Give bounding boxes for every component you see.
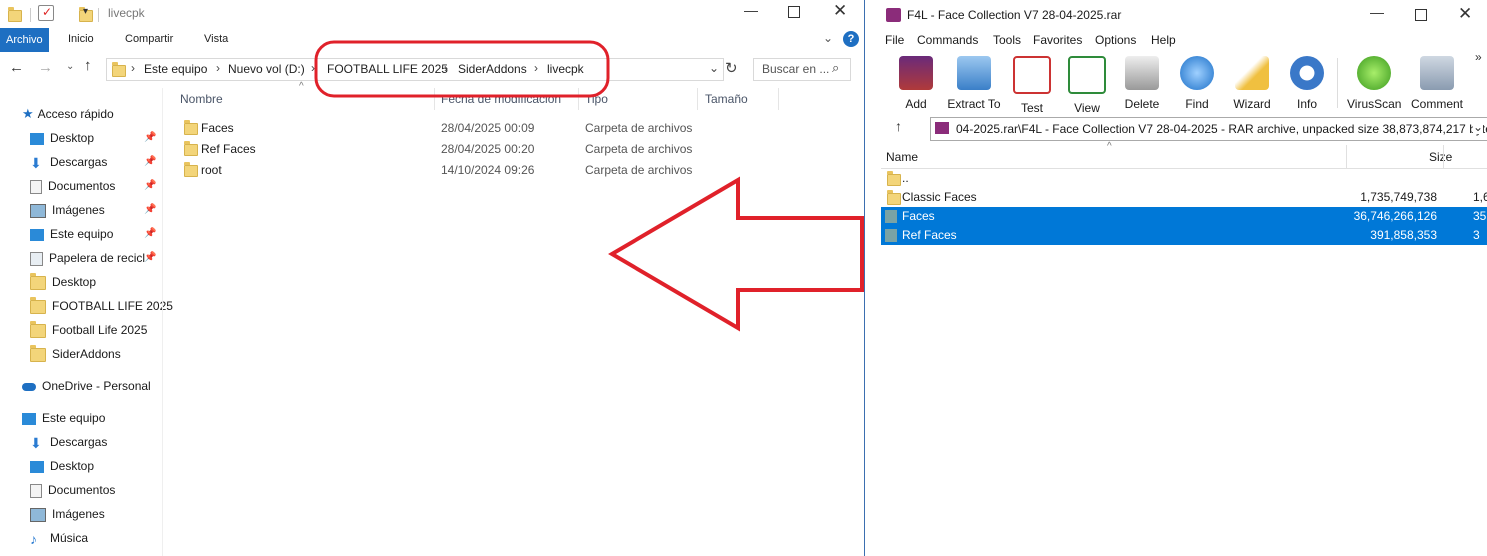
view-button[interactable]: View	[1060, 56, 1114, 115]
item-packed: 35,2	[1473, 209, 1487, 223]
maximize-button[interactable]	[1415, 9, 1427, 21]
close-button[interactable]: ✕	[1458, 4, 1472, 24]
toolbar-label: Extract To	[947, 97, 1001, 111]
path-dropdown-icon[interactable]: ⌄	[1473, 120, 1484, 134]
toolbar-label: Info	[1296, 97, 1317, 111]
item-size: 1,735,749,738	[1360, 190, 1437, 204]
comment-button[interactable]: Comment	[1410, 56, 1464, 111]
virusscan-button[interactable]: VirusScan	[1347, 56, 1401, 111]
rar-file-icon	[935, 122, 949, 134]
item-name: Classic Faces	[902, 190, 977, 204]
toolbar-label: VirusScan	[1347, 97, 1402, 111]
column-size[interactable]: Size	[1429, 150, 1452, 164]
magic-wand-icon	[1235, 56, 1269, 90]
column-divider[interactable]	[1443, 145, 1444, 168]
item-packed: 1,6	[1473, 190, 1487, 204]
comment-icon	[1420, 56, 1454, 90]
test-checklist-icon	[1013, 56, 1051, 94]
item-size: 391,858,353	[1370, 228, 1437, 242]
column-divider[interactable]	[1346, 145, 1347, 168]
minimize-button[interactable]: —	[1370, 4, 1384, 20]
menu-tools[interactable]: Tools	[993, 33, 1021, 47]
archive-path-text: 04-2025.rar\F4L - Face Collection V7 28-…	[956, 122, 1487, 136]
menu-file[interactable]: File	[885, 33, 904, 47]
red-arrow	[608, 176, 864, 332]
item-size: 36,746,266,126	[1353, 209, 1437, 223]
toolbar-divider	[1337, 58, 1338, 108]
add-button[interactable]: Add	[889, 56, 943, 111]
highlight-ellipse	[314, 40, 610, 98]
magnifier-icon	[1180, 56, 1214, 90]
list-header: Name ^ Size	[881, 141, 1487, 169]
list-item[interactable]: Classic Faces 1,735,749,738 1,6	[881, 188, 1487, 207]
view-book-icon	[1068, 56, 1106, 94]
list-item-selected[interactable]: Faces 36,746,266,126 35,2	[881, 207, 1487, 226]
menu-favorites[interactable]: Favorites	[1033, 33, 1082, 47]
item-name: Faces	[902, 209, 935, 223]
extract-to-button[interactable]: Extract To	[947, 56, 1001, 111]
list-item-selected[interactable]: Ref Faces 391,858,353 3	[881, 226, 1487, 245]
item-name: Ref Faces	[902, 228, 957, 242]
virus-icon	[1357, 56, 1391, 90]
annotation-overlay	[314, 40, 864, 332]
wizard-button[interactable]: Wizard	[1225, 56, 1279, 111]
item-name: ..	[902, 171, 909, 185]
folder-icon	[885, 210, 897, 223]
folder-icon	[885, 229, 897, 242]
column-name[interactable]: Name	[886, 150, 918, 164]
menu-help[interactable]: Help	[1151, 33, 1176, 47]
extract-folder-icon	[957, 56, 991, 90]
archive-add-icon	[899, 56, 933, 90]
toolbar-label: Add	[905, 97, 927, 111]
info-icon	[1290, 56, 1324, 90]
list-item[interactable]: ..	[881, 169, 1487, 188]
trash-icon	[1125, 56, 1159, 90]
folder-icon	[887, 190, 901, 205]
sort-up-icon: ^	[1107, 141, 1112, 152]
toolbar-label: View	[1074, 101, 1100, 115]
toolbar-overflow-icon[interactable]: »	[1475, 50, 1482, 64]
info-button[interactable]: Info	[1280, 56, 1334, 111]
toolbar-label: Test	[1020, 101, 1043, 115]
winrar-logo-icon	[886, 8, 901, 22]
up-arrow-icon[interactable]: ↑	[895, 118, 902, 134]
winrar-title: F4L - Face Collection V7 28-04-2025.rar	[907, 8, 1122, 22]
toolbar-label: Delete	[1124, 97, 1160, 111]
toolbar-label: Find	[1185, 97, 1209, 111]
item-packed: 3	[1473, 228, 1480, 242]
toolbar-label: Wizard	[1233, 97, 1271, 111]
find-button[interactable]: Find	[1170, 56, 1224, 111]
menu-options[interactable]: Options	[1095, 33, 1136, 47]
menu-commands[interactable]: Commands	[917, 33, 978, 47]
test-button[interactable]: Test	[1005, 56, 1059, 115]
folder-icon	[887, 171, 901, 186]
delete-button[interactable]: Delete	[1115, 56, 1169, 111]
archive-path-bar[interactable]: 04-2025.rar\F4L - Face Collection V7 28-…	[930, 117, 1487, 141]
toolbar-label: Comment	[1410, 97, 1463, 111]
winrar-window: F4L - Face Collection V7 28-04-2025.rar …	[864, 0, 1487, 556]
